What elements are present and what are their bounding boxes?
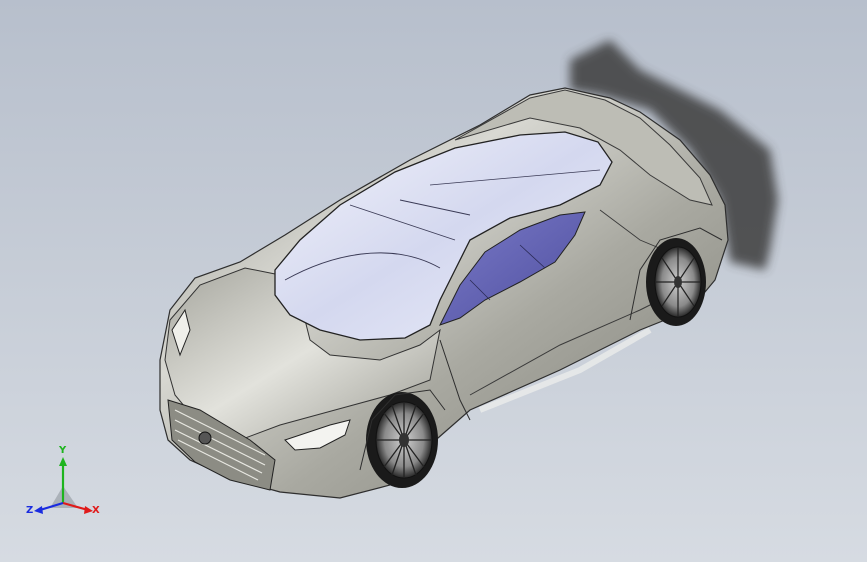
- front-wheel: [366, 392, 438, 488]
- reference-triad: Y X Z: [26, 445, 104, 524]
- y-axis-label: Y: [59, 445, 67, 456]
- z-axis-label: Z: [26, 505, 34, 516]
- x-axis-label: X: [92, 505, 100, 516]
- y-axis-arrowhead: [59, 457, 67, 466]
- badge-icon: [198, 431, 212, 445]
- model-viewport[interactable]: Y X Z: [0, 0, 867, 562]
- car-model-render[interactable]: [0, 0, 867, 562]
- z-axis-arrowhead: [34, 506, 43, 514]
- rear-wheel: [646, 238, 706, 326]
